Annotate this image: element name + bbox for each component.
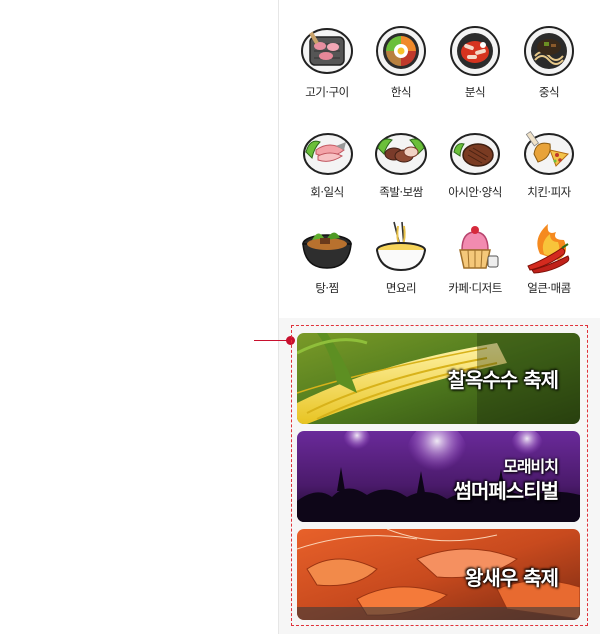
category-snack[interactable]: 분식 <box>438 20 512 110</box>
category-label: 카페·디저트 <box>448 281 502 295</box>
category-label: 족발·보쌈 <box>379 185 423 199</box>
category-grilled-meat[interactable]: 고기·구이 <box>290 20 364 110</box>
jajangmyeon-icon <box>524 26 574 76</box>
category-label: 한식 <box>390 85 412 99</box>
stew-pot-icon <box>302 232 352 269</box>
category-label: 고기·구이 <box>305 85 349 99</box>
category-label: 분식 <box>464 85 486 99</box>
category-spicy[interactable]: 얼큰·매콤 <box>512 216 586 306</box>
category-stew[interactable]: 탕·찜 <box>290 216 364 306</box>
festival-title: 찰옥수수 축제 <box>447 368 559 392</box>
category-sashimi[interactable]: 회·일식 <box>290 120 364 210</box>
category-chinese[interactable]: 중식 <box>512 20 586 110</box>
festival-title: 왕새우 축제 <box>465 566 559 590</box>
annotation-connector-line <box>254 340 290 341</box>
category-cafe-dessert[interactable]: 카페·디저트 <box>438 216 512 306</box>
category-jokbal[interactable]: 족발·보쌈 <box>364 120 438 210</box>
steak-icon <box>450 133 500 175</box>
festival-banner-corn[interactable]: 찰옥수수 축제 <box>297 333 580 424</box>
category-label: 얼큰·매콤 <box>527 281 571 295</box>
festival-banner-shrimp[interactable]: 왕새우 축제 <box>297 529 580 620</box>
festival-banner-summer[interactable]: 모래비치 썸머페스티벌 <box>297 431 580 522</box>
category-asian-western[interactable]: 아시안·양식 <box>438 120 512 210</box>
jokbal-icon <box>375 133 427 175</box>
noodle-bowl-icon <box>376 221 426 272</box>
chicken-pizza-icon <box>524 130 574 175</box>
category-noodles[interactable]: 면요리 <box>364 216 438 306</box>
category-label: 면요리 <box>385 281 417 295</box>
bibimbap-icon <box>376 26 426 76</box>
category-korean[interactable]: 한식 <box>364 20 438 110</box>
festival-title: 썸머페스티벌 <box>453 479 559 503</box>
festival-subtitle: 모래비치 <box>503 457 559 476</box>
grilled-meat-icon <box>301 28 353 74</box>
category-label: 회·일식 <box>310 185 344 199</box>
category-label: 치킨·피자 <box>527 185 571 199</box>
tteokbokki-icon <box>450 26 500 76</box>
category-label: 중식 <box>538 85 560 99</box>
sashimi-icon <box>303 133 353 175</box>
food-category-grid: 고기·구이 한식 분식 중식 회·일식 족발·보쌈 아시안·양식 치킨·피자 탕… <box>290 20 588 310</box>
hot-pepper-icon <box>527 224 570 274</box>
category-label: 아시안·양식 <box>448 185 502 199</box>
category-chicken-pizza[interactable]: 치킨·피자 <box>512 120 586 210</box>
category-label: 탕·찜 <box>315 281 339 295</box>
cupcake-icon <box>459 226 499 269</box>
